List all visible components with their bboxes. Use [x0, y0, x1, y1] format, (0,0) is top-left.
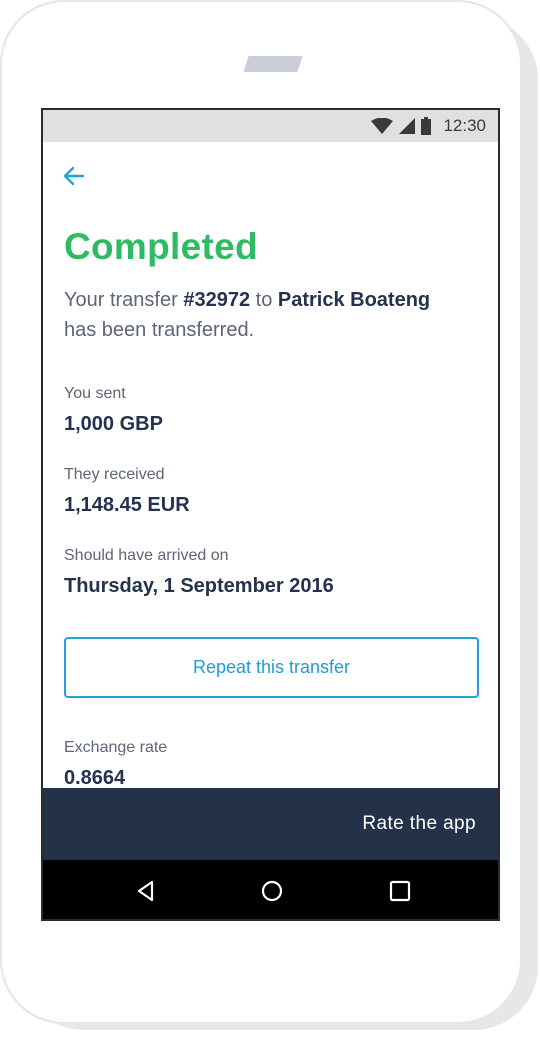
sent-label: You sent [64, 385, 126, 402]
desc-to: to [250, 289, 278, 311]
desc-suffix: has been transferred. [64, 319, 255, 341]
status-bar: 12:30 [43, 110, 498, 142]
sent-value: 1,000 GBP [64, 413, 163, 435]
cell-signal-icon [399, 118, 416, 134]
status-time: 12:30 [443, 116, 486, 135]
desc-prefix: Your transfer [64, 289, 184, 311]
transfer-description: Your transfer #32972 to Patrick Boateng … [64, 285, 464, 345]
nav-recents-button[interactable] [387, 878, 413, 904]
nav-recents-icon [389, 880, 411, 902]
repeat-transfer-button[interactable]: Repeat this transfer [64, 637, 479, 698]
arrival-label: Should have arrived on [64, 547, 229, 564]
rate-app-button[interactable]: Rate the app [362, 813, 476, 835]
nav-back-icon [137, 880, 154, 902]
nav-home-icon [261, 880, 283, 902]
back-button[interactable] [61, 162, 89, 190]
wifi-icon [371, 118, 394, 134]
exchange-rate-value: 0.8664 [64, 767, 126, 789]
recipient-name: Patrick Boateng [277, 289, 431, 311]
status-title: Completed [64, 226, 258, 267]
exchange-rate-label: Exchange rate [64, 739, 168, 756]
android-nav-bar [43, 860, 498, 919]
app-screen: 12:30 Completed Your transfer #32972 to … [41, 108, 500, 921]
arrival-value: Thursday, 1 September 2016 [64, 575, 334, 597]
rate-app-bar: Rate the app [43, 788, 498, 860]
speaker-grille [243, 56, 303, 72]
received-label: They received [64, 466, 165, 483]
arrow-left-icon [63, 166, 85, 186]
nav-back-button[interactable] [133, 878, 159, 904]
battery-icon [421, 117, 432, 135]
transfer-id: #32972 [183, 289, 251, 311]
received-value: 1,148.45 EUR [64, 494, 190, 516]
nav-home-button[interactable] [259, 878, 285, 904]
